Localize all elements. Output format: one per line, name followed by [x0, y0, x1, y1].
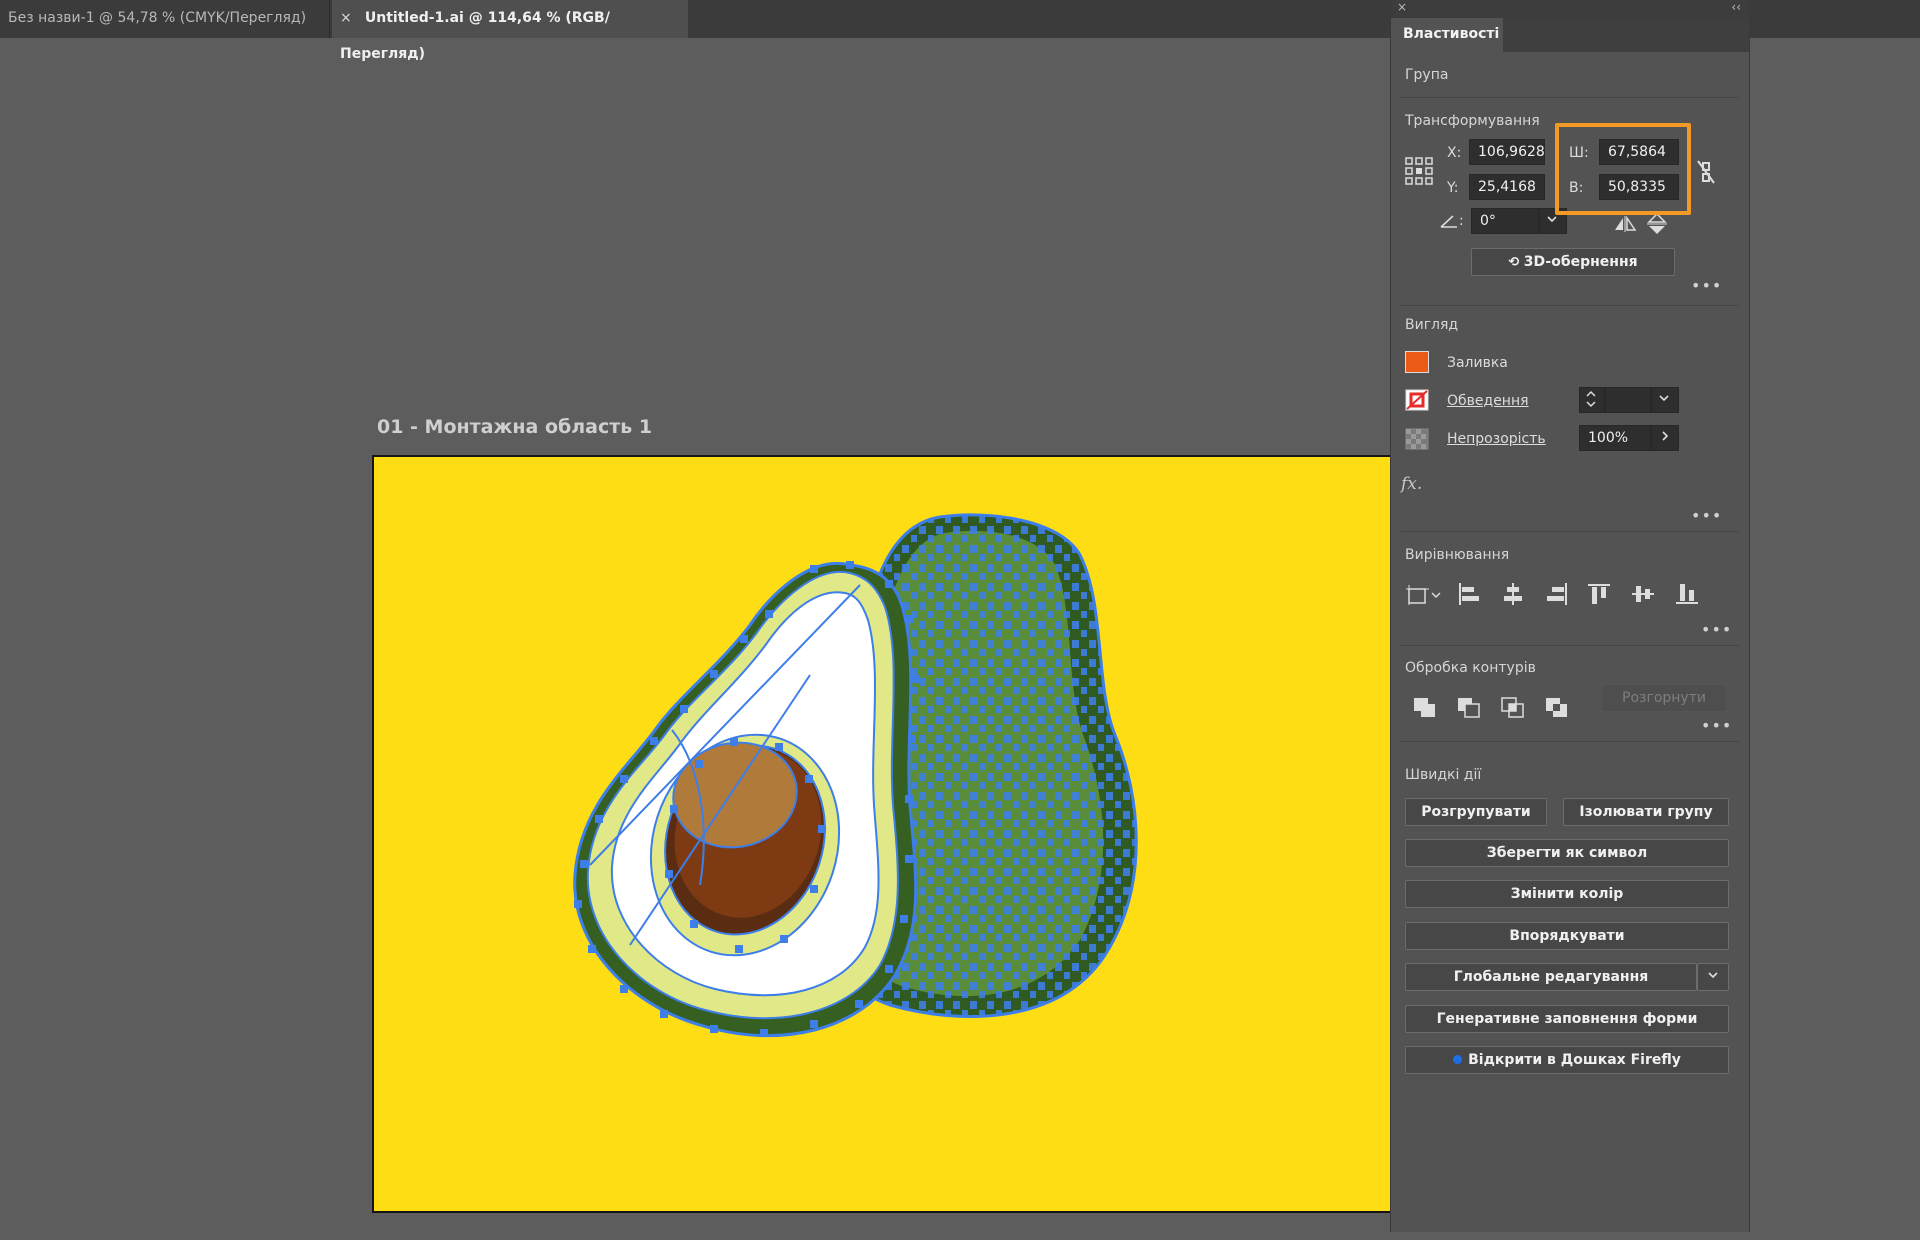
- size-fields-highlight: [1555, 123, 1691, 215]
- pathfinder-title: Обробка контурів: [1405, 660, 1536, 676]
- intersect-icon[interactable]: [1501, 697, 1525, 719]
- recolor-button[interactable]: Змінити колір: [1405, 880, 1729, 908]
- reference-point-icon[interactable]: [1405, 157, 1433, 185]
- align-title: Вирівнювання: [1405, 547, 1510, 563]
- 3d-cube-icon: ⟲: [1508, 255, 1524, 270]
- transform-title: Трансформування: [1405, 113, 1540, 129]
- 3d-rotation-button[interactable]: ⟲ 3D-обернення: [1471, 248, 1675, 276]
- appearance-more-icon[interactable]: •••: [1691, 506, 1722, 525]
- align-bottom-icon[interactable]: [1675, 582, 1699, 606]
- pathfinder-more-icon[interactable]: •••: [1701, 716, 1732, 735]
- firefly-icon: [1453, 1055, 1463, 1064]
- fill-label: Заливка: [1447, 355, 1508, 371]
- save-as-symbol-button[interactable]: Зберегти як символ: [1405, 839, 1729, 867]
- align-more-icon[interactable]: •••: [1701, 620, 1732, 639]
- tab-properties[interactable]: Властивості: [1391, 18, 1503, 52]
- chevron-down-icon: [1708, 972, 1718, 979]
- avocado-artwork[interactable]: [560, 505, 1180, 1085]
- quick-actions-title: Швидкі дії: [1405, 767, 1482, 783]
- align-right-icon[interactable]: [1545, 582, 1569, 606]
- stroke-label[interactable]: Обведення: [1447, 393, 1529, 409]
- expand-button[interactable]: Розгорнути: [1601, 684, 1727, 712]
- isolate-group-button[interactable]: Ізолювати групу: [1563, 798, 1729, 826]
- x-field[interactable]: 106,9628: [1469, 139, 1545, 165]
- ungroup-button[interactable]: Розгрупувати: [1405, 798, 1547, 826]
- tab-label: Без назви-1 @ 54,78 % (CMYK/Перегляд): [8, 10, 307, 26]
- divider: [1401, 305, 1739, 306]
- flip-vertical-icon[interactable]: [1647, 213, 1667, 235]
- transform-more-icon[interactable]: •••: [1691, 276, 1722, 295]
- align-center-vertical-icon[interactable]: [1631, 582, 1655, 606]
- divider: [1401, 97, 1739, 98]
- unite-icon[interactable]: [1413, 697, 1437, 719]
- x-label: X:: [1447, 145, 1462, 161]
- align-to-selection-icon[interactable]: [1405, 583, 1443, 607]
- global-edit-dropdown[interactable]: [1697, 963, 1729, 991]
- tab-document-2[interactable]: × Untitled-1.ai @ 114,64 % (RGB/Перегляд…: [332, 0, 688, 62]
- minus-front-icon[interactable]: [1457, 697, 1481, 719]
- divider: [1401, 645, 1739, 646]
- artboard-label: 01 - Монтажна область 1: [377, 416, 653, 438]
- panel-tab-bar: Властивості: [1391, 18, 1749, 52]
- align-top-icon[interactable]: [1587, 582, 1611, 606]
- angle-icon: [1440, 215, 1457, 228]
- y-field[interactable]: 25,4168: [1469, 174, 1545, 200]
- global-edit-button[interactable]: Глобальне редагування: [1405, 963, 1697, 991]
- fx-icon[interactable]: fx.: [1401, 474, 1422, 494]
- open-firefly-boards-button[interactable]: Відкрити в Дошках Firefly: [1405, 1046, 1729, 1074]
- opacity-expand[interactable]: [1651, 425, 1679, 451]
- stroke-weight-stepper[interactable]: [1579, 387, 1605, 413]
- group-label: Група: [1405, 67, 1449, 83]
- panel-close-icon[interactable]: ×: [1397, 0, 1407, 14]
- opacity-checker-icon[interactable]: [1405, 428, 1429, 450]
- stroke-swatch-icon[interactable]: [1405, 389, 1429, 411]
- appearance-title: Вигляд: [1405, 317, 1459, 333]
- stroke-weight-dropdown[interactable]: [1651, 387, 1679, 413]
- constrain-proportions-icon[interactable]: [1695, 160, 1717, 184]
- panel-collapse-icon[interactable]: ‹‹: [1731, 0, 1741, 14]
- chevron-down-icon: [1659, 395, 1669, 402]
- rotation-field[interactable]: 0°: [1471, 208, 1539, 234]
- divider: [1401, 531, 1739, 532]
- tab-document-1[interactable]: Без назви-1 @ 54,78 % (CMYK/Перегляд): [0, 0, 330, 38]
- opacity-label[interactable]: Непрозорість: [1447, 431, 1546, 447]
- panel-header: × ‹‹: [1391, 0, 1749, 18]
- chevron-right-icon: [1662, 431, 1669, 441]
- fill-swatch[interactable]: [1405, 351, 1429, 373]
- tab-label: Untitled-1.ai @ 114,64 % (RGB/Перегляд): [340, 10, 610, 62]
- arrange-button[interactable]: Впорядкувати: [1405, 922, 1729, 950]
- generative-shape-fill-button[interactable]: Генеративне заповнення форми: [1405, 1005, 1729, 1033]
- opacity-field[interactable]: 100%: [1579, 425, 1651, 451]
- align-left-icon[interactable]: [1457, 582, 1481, 606]
- flip-horizontal-icon[interactable]: [1613, 216, 1637, 232]
- stroke-weight-field[interactable]: [1605, 387, 1651, 413]
- exclude-icon[interactable]: [1545, 697, 1569, 719]
- y-label: Y:: [1447, 180, 1459, 196]
- half-avocado[interactable]: [573, 562, 918, 1038]
- divider: [1401, 741, 1739, 742]
- align-center-horizontal-icon[interactable]: [1501, 582, 1525, 606]
- close-tab-icon[interactable]: ×: [340, 0, 360, 36]
- stepper-arrows-icon: [1586, 390, 1596, 408]
